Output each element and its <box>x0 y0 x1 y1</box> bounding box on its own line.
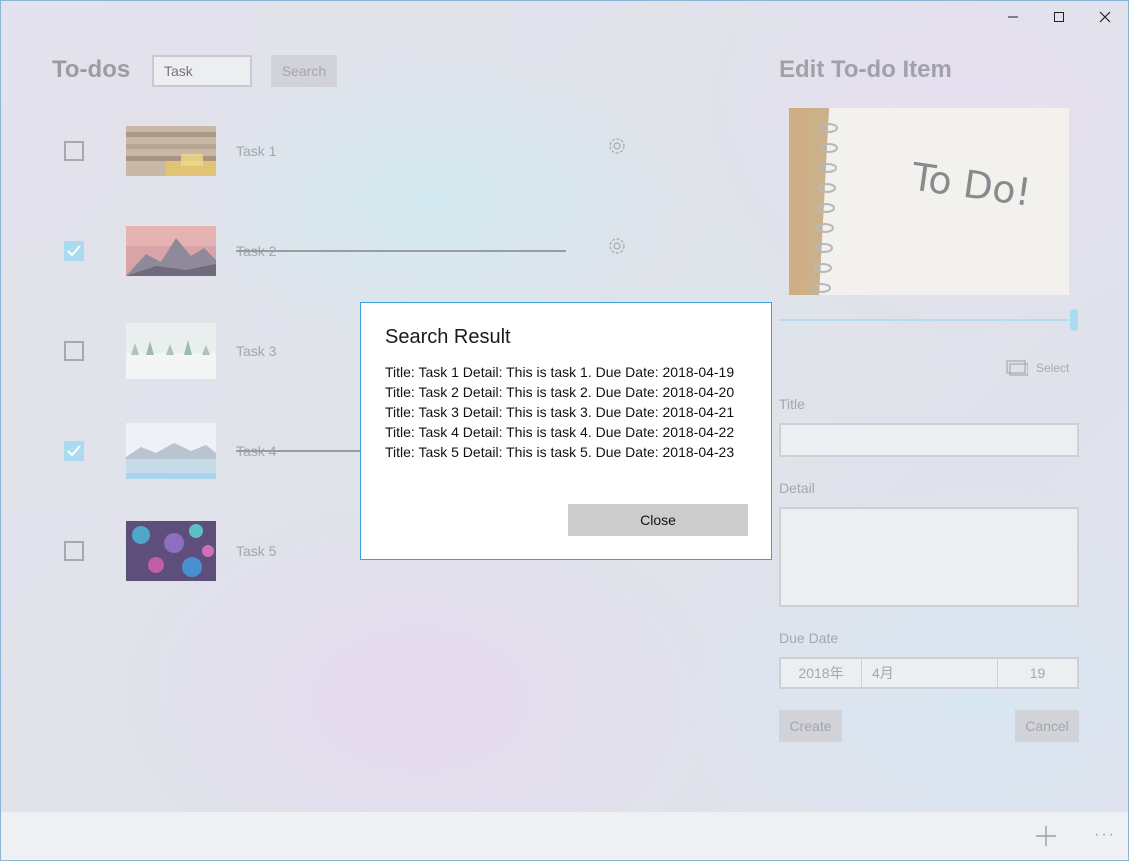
cancel-button[interactable]: Cancel <box>1015 710 1079 742</box>
minimize-button[interactable] <box>990 1 1036 33</box>
gear-icon <box>609 138 625 154</box>
task-checkbox[interactable] <box>64 441 84 461</box>
gear-icon <box>609 238 625 254</box>
task-title: Task 5 <box>236 543 277 559</box>
result-line: Title: Task 5 Detail: This is task 5. Du… <box>385 444 735 460</box>
add-icon <box>1036 826 1056 846</box>
add-button[interactable] <box>1035 825 1057 852</box>
check-icon <box>67 245 81 257</box>
task-title: Task 1 <box>236 143 277 159</box>
detail-label: Detail <box>779 480 815 496</box>
dialog-title: Search Result <box>385 326 511 348</box>
title-field[interactable] <box>779 423 1079 457</box>
search-input[interactable] <box>152 55 252 87</box>
todo-image: To Do! <box>789 108 1069 295</box>
search-button[interactable]: Search <box>271 55 337 87</box>
edit-title: Edit To-do Item <box>779 56 952 83</box>
list-item: Task 2 <box>1 226 701 286</box>
dialog-content: Title: Task 1 Detail: This is task 1. Du… <box>385 362 734 462</box>
task-checkbox[interactable] <box>64 141 84 161</box>
strikethrough-line <box>236 250 566 252</box>
task-title: Task 3 <box>236 343 277 359</box>
task-thumbnail <box>126 423 216 479</box>
settings-button[interactable] <box>606 135 628 162</box>
list-item: Task 1 <box>1 126 701 186</box>
picture-icon <box>1006 360 1028 376</box>
close-button[interactable] <box>1082 1 1128 33</box>
result-line: Title: Task 4 Detail: This is task 4. Du… <box>385 424 735 440</box>
check-icon <box>67 445 81 457</box>
select-image-button[interactable]: Select <box>1006 360 1069 376</box>
detail-field[interactable] <box>779 507 1079 607</box>
settings-button[interactable] <box>606 235 628 262</box>
date-month[interactable]: 4月 <box>862 659 998 687</box>
page-title: To-dos <box>52 56 131 83</box>
date-year[interactable]: 2018年 <box>781 659 862 687</box>
slider-thumb[interactable] <box>1070 309 1078 331</box>
task-thumbnail <box>126 126 216 176</box>
window-controls <box>990 1 1128 33</box>
due-date-label: Due Date <box>779 630 839 646</box>
more-button[interactable]: ··· <box>1094 826 1116 844</box>
task-thumbnail <box>126 323 216 379</box>
search-result-dialog: Search Result Title: Task 1 Detail: This… <box>360 302 772 560</box>
command-bar: ··· <box>1 812 1128 860</box>
strikethrough-line <box>236 450 361 452</box>
due-date-picker[interactable]: 2018年 4月 19 <box>779 657 1079 689</box>
image-size-slider[interactable] <box>779 319 1075 321</box>
select-label: Select <box>1036 361 1070 375</box>
date-day[interactable]: 19 <box>998 659 1077 687</box>
result-line: Title: Task 1 Detail: This is task 1. Du… <box>385 364 735 380</box>
title-label: Title <box>779 396 805 412</box>
close-icon <box>1099 11 1111 23</box>
task-thumbnail <box>126 521 216 581</box>
task-checkbox[interactable] <box>64 341 84 361</box>
close-dialog-button[interactable]: Close <box>568 504 748 536</box>
task-checkbox[interactable] <box>64 541 84 561</box>
task-checkbox[interactable] <box>64 241 84 261</box>
task-thumbnail <box>126 226 216 276</box>
create-button[interactable]: Create <box>779 710 842 742</box>
minimize-icon <box>1008 16 1018 18</box>
result-line: Title: Task 2 Detail: This is task 2. Du… <box>385 384 735 400</box>
maximize-button[interactable] <box>1036 1 1082 33</box>
result-line: Title: Task 3 Detail: This is task 3. Du… <box>385 404 735 420</box>
maximize-icon <box>1054 12 1064 22</box>
